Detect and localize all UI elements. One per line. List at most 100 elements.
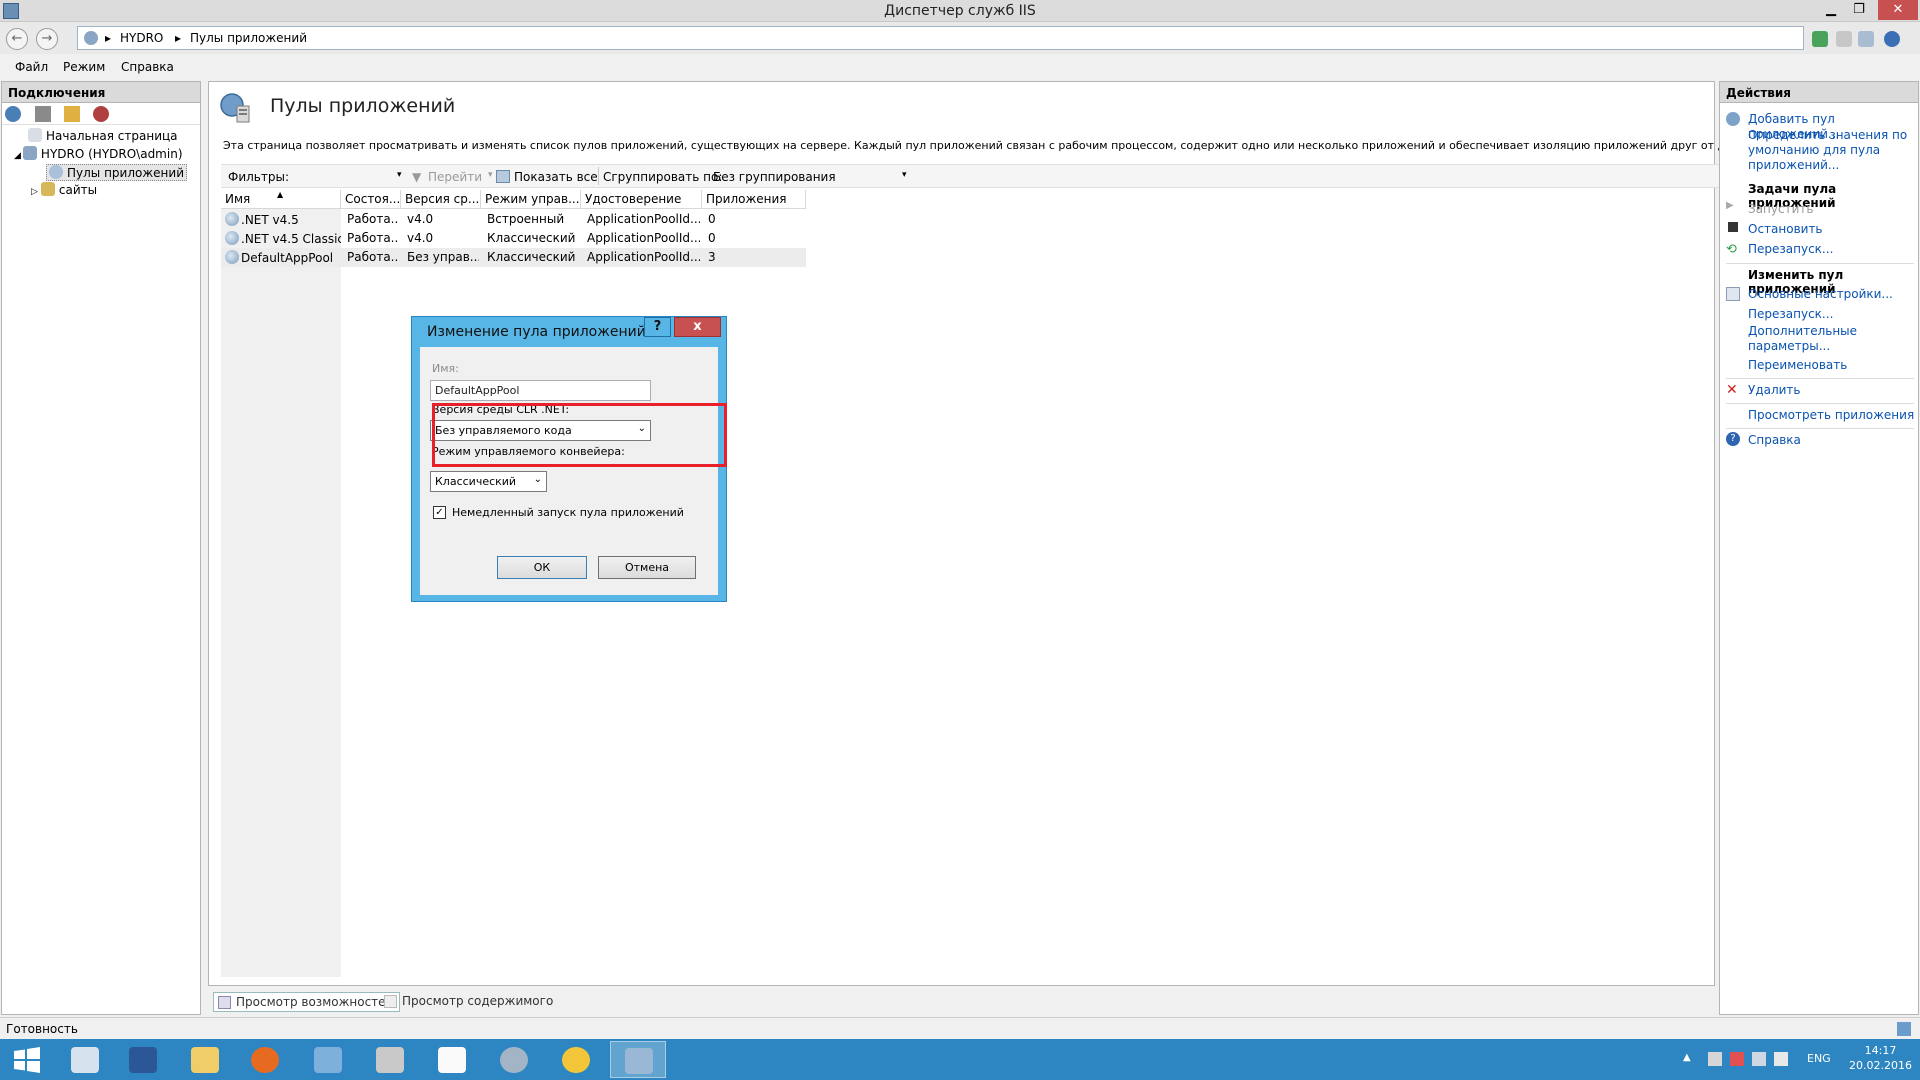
tree-item-sites[interactable]: ▷ сайты (31, 182, 97, 197)
remote-desktop-taskbar-icon[interactable] (300, 1041, 356, 1078)
cancel-button[interactable]: Отмена (598, 556, 696, 579)
status-text: Готовность (6, 1022, 78, 1036)
actions-divider (1726, 428, 1914, 429)
up-folder-icon[interactable] (64, 106, 80, 122)
column-header-state[interactable]: Состоя... (341, 190, 401, 209)
cell-name: DefaultAppPool (225, 250, 339, 265)
cell-clr: v4.0 (407, 231, 434, 245)
tray-sync-error-icon[interactable] (1730, 1052, 1744, 1066)
chevron-down-icon[interactable]: ▾ (902, 170, 907, 180)
collapse-icon[interactable]: ◢ (14, 151, 21, 161)
tree-item-app-pools[interactable]: Пулы приложений (46, 164, 187, 181)
notepad-taskbar-icon[interactable] (424, 1041, 480, 1078)
column-header-mode[interactable]: Режим управ... (481, 190, 581, 209)
cell-mode: Классический (487, 250, 576, 264)
go-dropdown-icon[interactable]: ▾ (488, 170, 493, 180)
clock[interactable]: 14:17 20.02.2016 (1849, 1043, 1912, 1073)
column-header-apps[interactable]: Приложения (702, 190, 806, 209)
show-all-button[interactable]: Показать все (514, 170, 598, 184)
taskbar: ▲ ENG 14:17 20.02.2016 (0, 1039, 1920, 1080)
menu-file[interactable]: Файл (15, 60, 48, 74)
ok-button[interactable]: ОК (497, 556, 587, 579)
filter-toolbar: Фильтры: ▾ ▼ Перейти ▾ Показать все Сгру… (221, 164, 1907, 188)
tree-item-start-page[interactable]: Начальная страница (28, 128, 178, 143)
save-icon[interactable] (35, 106, 51, 122)
server-manager-taskbar-icon[interactable] (57, 1041, 113, 1078)
tray-volume-icon[interactable] (1774, 1052, 1788, 1066)
tree-label: Начальная страница (46, 129, 178, 143)
tools-taskbar-icon[interactable] (362, 1041, 418, 1078)
dialog-help-button[interactable]: ? (644, 317, 671, 337)
cell-mode: Встроенный (487, 212, 565, 226)
disconnect-icon[interactable] (93, 106, 109, 122)
menu-view[interactable]: Режим (63, 60, 105, 74)
chevron-right-icon: ▸ (175, 31, 182, 45)
table-row-selected[interactable]: DefaultAppPool Работа... Без управ... Кл… (221, 248, 806, 267)
powershell-taskbar-icon[interactable] (115, 1041, 171, 1078)
connections-toolbar (2, 103, 200, 125)
dialog-close-button[interactable]: x (674, 317, 721, 337)
action-stop[interactable]: Остановить (1748, 222, 1918, 237)
tab-features-view[interactable]: Просмотр возможностей (213, 992, 401, 1012)
column-header-clr[interactable]: Версия ср... (401, 190, 481, 209)
explorer-taskbar-icon[interactable] (177, 1041, 233, 1078)
table-row[interactable]: .NET v4.5 Работа... v4.0 Встроенный Appl… (221, 210, 806, 229)
cell-name-text: .NET v4.5 (241, 213, 299, 227)
action-recycle[interactable]: Перезапуск... (1748, 242, 1918, 257)
start-button[interactable] (0, 1041, 56, 1078)
refresh-icon[interactable] (1812, 31, 1828, 47)
action-help[interactable]: Справка (1748, 433, 1918, 448)
filter-dropdown-arrow-icon[interactable]: ▾ (397, 170, 402, 180)
settings-taskbar-icon[interactable] (486, 1041, 542, 1078)
back-button[interactable]: ← (6, 28, 28, 50)
view-tabs: Просмотр возможностей Просмотр содержимо… (208, 987, 1715, 1017)
start-immediately-checkbox[interactable]: ✓ (433, 506, 446, 519)
close-window-button[interactable]: ✕ (1878, 0, 1918, 20)
firefox-taskbar-icon[interactable] (237, 1041, 293, 1078)
restore-button[interactable]: ❐ (1845, 0, 1873, 20)
action-delete[interactable]: Удалить (1748, 383, 1918, 398)
tree-item-server[interactable]: ◢ HYDRO (HYDRO\admin) (14, 146, 183, 161)
help-icon[interactable] (1884, 31, 1900, 47)
cell-name: .NET v4.5 Classic (225, 231, 341, 246)
1c-taskbar-icon[interactable] (548, 1041, 604, 1078)
home-icon[interactable] (1858, 31, 1874, 47)
pipeline-mode-select[interactable]: Классический ⌄ (430, 471, 547, 492)
stop-icon[interactable] (1836, 31, 1852, 47)
language-indicator[interactable]: ENG (1807, 1052, 1831, 1065)
breadcrumb-server[interactable]: HYDRO (120, 31, 163, 45)
iis-manager-taskbar-icon[interactable] (610, 1041, 666, 1078)
breadcrumb-app-pools[interactable]: Пулы приложений (190, 31, 307, 45)
connect-icon[interactable] (5, 106, 21, 122)
name-field: DefaultAppPool (430, 380, 651, 401)
minimize-button[interactable]: ▁ (1817, 0, 1845, 20)
server-icon (84, 31, 98, 45)
tray-network-icon[interactable] (1752, 1052, 1766, 1066)
expand-icon[interactable]: ▷ (31, 187, 38, 197)
show-all-icon (496, 170, 510, 183)
group-by-select[interactable]: Без группирования (713, 170, 836, 184)
app-pools-page-icon (219, 92, 253, 126)
toolbar-separator (598, 167, 599, 185)
go-button[interactable]: Перейти (428, 170, 482, 184)
chevron-right-icon: ▸ (105, 31, 112, 45)
action-view-apps[interactable]: Просмотреть приложения (1748, 408, 1918, 423)
action-recycle-settings[interactable]: Перезапуск... (1748, 307, 1918, 322)
breadcrumb[interactable]: ▸ HYDRO ▸ Пулы приложений (77, 26, 1804, 50)
action-set-defaults[interactable]: Определить значения по умолчанию для пул… (1748, 128, 1918, 173)
column-label: Имя (225, 192, 251, 206)
action-advanced-settings[interactable]: Дополнительные параметры... (1748, 324, 1868, 354)
menu-help[interactable]: Справка (121, 60, 174, 74)
table-row[interactable]: .NET v4.5 Classic Работа... v4.0 Классич… (221, 229, 806, 248)
tab-content-view[interactable]: Просмотр содержимого (380, 992, 559, 1012)
forward-button[interactable]: → (36, 28, 58, 50)
column-header-identity[interactable]: Удостоверение (581, 190, 702, 209)
action-rename[interactable]: Переименовать (1748, 358, 1918, 373)
action-basic-settings[interactable]: Основные настройки... (1748, 287, 1918, 302)
window-title: Диспетчер служб IIS (884, 3, 1036, 19)
app-pool-icon (225, 212, 239, 226)
tray-flag-icon[interactable] (1708, 1052, 1722, 1066)
clock-date: 20.02.2016 (1849, 1059, 1912, 1072)
column-header-name[interactable]: Имя ▲ (221, 190, 341, 209)
tray-expand-icon[interactable]: ▲ (1683, 1052, 1697, 1066)
